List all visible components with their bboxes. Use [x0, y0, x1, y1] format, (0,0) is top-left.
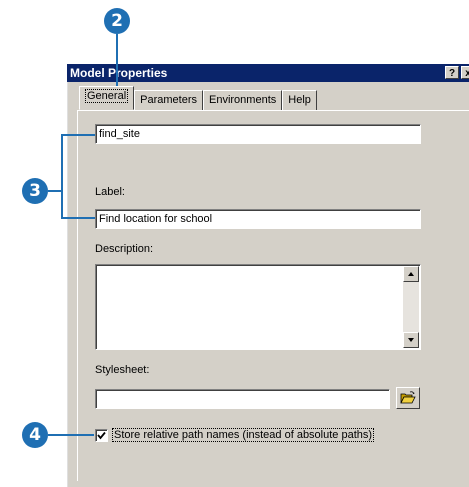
tab-general-label: General: [85, 89, 129, 103]
callout-3-bracket-bottom: [61, 217, 95, 219]
scroll-up-button[interactable]: [403, 266, 419, 282]
tab-parameters[interactable]: Parameters: [134, 90, 203, 110]
label-label: Label:: [95, 186, 125, 198]
callout-2: 2: [104, 8, 130, 34]
callout-3-leader-stem: [48, 190, 62, 192]
stylesheet-label: Stylesheet:: [95, 364, 150, 376]
callout-3-bracket-top: [61, 134, 95, 136]
title-bar[interactable]: Model Properties ? x: [67, 64, 469, 82]
store-relative-row: Store relative path names (instead of ab…: [95, 428, 375, 442]
callout-4-leader: [48, 434, 94, 436]
tab-general[interactable]: General: [79, 86, 135, 110]
help-button[interactable]: ?: [445, 66, 459, 79]
callout-3: 3: [22, 178, 48, 204]
window-title: Model Properties: [70, 66, 168, 80]
stage: Model Properties ? x General Parameters …: [0, 0, 469, 487]
name-field[interactable]: find_site: [95, 124, 421, 144]
arrow-down-icon: [408, 338, 414, 342]
store-relative-checkbox[interactable]: [95, 428, 108, 442]
store-relative-label: Store relative path names (instead of ab…: [112, 428, 375, 442]
checkmark-icon: [97, 431, 106, 439]
tab-strip: General Parameters Environments Help: [79, 86, 317, 110]
browse-button[interactable]: [396, 387, 420, 409]
tab-help[interactable]: Help: [282, 90, 317, 110]
callout-3-bracket: [61, 134, 63, 219]
callout-4: 4: [22, 422, 48, 448]
description-scrollbar[interactable]: [403, 266, 419, 348]
stylesheet-field[interactable]: [95, 389, 390, 409]
open-folder-icon: [400, 391, 416, 404]
label-field[interactable]: Find location for school: [95, 209, 421, 229]
description-field[interactable]: [95, 264, 421, 350]
close-button[interactable]: x: [461, 66, 469, 79]
description-label: Description:: [95, 243, 154, 255]
tab-environments[interactable]: Environments: [203, 90, 283, 110]
arrow-up-icon: [408, 272, 414, 276]
scroll-down-button[interactable]: [403, 332, 419, 348]
